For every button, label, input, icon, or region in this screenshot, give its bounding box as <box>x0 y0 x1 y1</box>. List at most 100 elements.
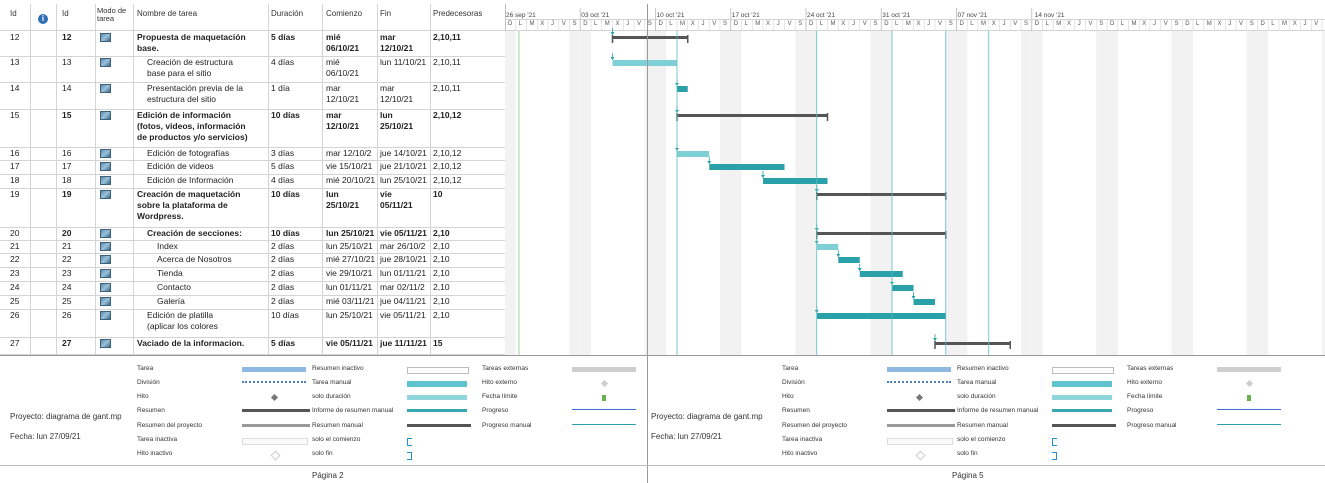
auto-schedule-icon <box>100 311 111 320</box>
weekend-shade <box>1246 31 1258 355</box>
legend-label: División <box>137 379 160 386</box>
timescale-day-label: M <box>1056 21 1062 27</box>
row-id: 16 <box>10 148 20 158</box>
row-task-name: Tienda <box>157 268 183 278</box>
timescale-day-label: D <box>1260 21 1265 27</box>
legend-swatch <box>407 438 412 446</box>
task-bar <box>677 86 688 92</box>
table-row[interactable] <box>0 109 505 147</box>
row-id-2: 25 <box>62 296 72 306</box>
timescale-day-label: V <box>1314 21 1319 27</box>
table-row[interactable] <box>0 227 505 240</box>
row-id-2: 20 <box>62 228 72 238</box>
table-row[interactable] <box>0 188 505 227</box>
row-duration: 5 días <box>271 32 296 42</box>
dependency-arrow <box>610 57 615 60</box>
weekend-shade <box>945 31 957 355</box>
legend-swatch <box>887 424 955 427</box>
row-predecessors: 2,10,12 <box>433 148 462 158</box>
legend-swatch <box>242 424 310 427</box>
legend-swatch <box>887 409 955 412</box>
legend-label: Hito externo <box>1127 379 1163 386</box>
table-row[interactable] <box>0 147 505 160</box>
table-row[interactable] <box>0 31 505 56</box>
legend-label: Resumen del proyecto <box>782 422 848 429</box>
row-predecessors: 2,10 <box>433 282 450 292</box>
row-id-2: 18 <box>62 175 72 185</box>
timescale-day-label: D <box>1110 21 1115 27</box>
dependency-arrow <box>857 268 862 271</box>
weekend-shade <box>505 31 516 355</box>
timescale-day-label: L <box>1120 21 1125 27</box>
legend-label: Tarea <box>137 365 154 372</box>
project-info-right: Proyecto: diagrama de gant.mp Fecha: lun… <box>651 402 763 452</box>
legend-swatch <box>407 367 469 374</box>
row-start: mié 06/10/21 <box>326 57 360 78</box>
timescale-week-label: 31 oct '21 <box>882 12 911 19</box>
row-start: mar 12/10/21 <box>326 83 360 104</box>
row-end: jue 28/10/21 <box>380 254 427 264</box>
row-predecessors: 2,10 <box>433 228 450 238</box>
task-bar <box>709 164 785 170</box>
row-start: lun 25/10/21 <box>326 189 360 210</box>
auto-schedule-icon <box>100 58 111 67</box>
row-duration: 1 día <box>271 83 290 93</box>
timescale-day-label: X <box>1142 21 1147 27</box>
legend-swatch <box>242 381 306 383</box>
table-row[interactable] <box>0 240 505 253</box>
legend-swatch <box>572 424 636 425</box>
legend-label: Hito externo <box>482 379 518 386</box>
dependency-arrow <box>610 32 615 35</box>
summary-bar <box>816 232 946 235</box>
page-label-left: Página 2 <box>312 471 344 480</box>
legend-label: Hito <box>137 393 149 400</box>
row-start: mié 03/11/21 <box>326 296 375 306</box>
row-end: jue 04/11/21 <box>380 296 427 306</box>
table-row[interactable] <box>0 267 505 281</box>
legend-swatch <box>915 393 924 402</box>
legend-swatch <box>887 381 951 383</box>
table-row[interactable] <box>0 281 505 295</box>
legend-swatch <box>1052 438 1057 446</box>
table-row[interactable] <box>0 56 505 82</box>
row-id: 23 <box>10 268 20 278</box>
timescale-day-label: M <box>529 21 535 27</box>
timescale-day-label: D <box>658 21 663 27</box>
row-predecessors: 2,10,12 <box>433 110 462 120</box>
row-id: 17 <box>10 161 20 171</box>
table-row[interactable] <box>0 82 505 109</box>
timescale-day-label: V <box>1013 21 1018 27</box>
row-task-name: Creación de estructura base para el siti… <box>147 57 233 78</box>
timescale-day-label: J <box>551 21 554 27</box>
row-predecessors: 15 <box>433 338 443 348</box>
col-header-id: Id <box>10 9 17 18</box>
table-row[interactable] <box>0 174 505 188</box>
table-row[interactable] <box>0 253 505 267</box>
table-row[interactable] <box>0 309 505 337</box>
auto-schedule-icon <box>100 339 111 348</box>
row-predecessors: 2,10 <box>433 241 450 251</box>
row-id-2: 22 <box>62 254 72 264</box>
timescale-day-label: L <box>1271 21 1275 27</box>
page-separator <box>647 4 648 483</box>
table-row[interactable] <box>0 160 505 174</box>
dependency-arrow <box>707 161 712 164</box>
row-id-2: 24 <box>62 282 72 292</box>
legend-label: solo duración <box>957 393 996 400</box>
row-task-name: Edición de información (fotos, videos, i… <box>137 110 248 142</box>
row-id: 21 <box>10 241 20 251</box>
auto-schedule-icon <box>100 190 111 199</box>
row-id: 27 <box>10 338 20 348</box>
table-row[interactable] <box>0 337 505 354</box>
project-info-left: Proyecto: diagrama de gant.mp Fecha: lun… <box>10 402 122 452</box>
row-id-2: 12 <box>62 32 72 42</box>
row-start: mar 12/10/2 <box>326 148 372 158</box>
auto-schedule-icon <box>100 84 111 93</box>
legend-label: Tarea inactiva <box>782 436 823 443</box>
timescale-day-label: L <box>594 21 598 27</box>
auto-schedule-icon <box>100 255 111 264</box>
timescale-day-label: M <box>755 21 761 27</box>
timescale-day-label: D <box>733 21 739 27</box>
table-row[interactable] <box>0 295 505 309</box>
row-task-name: Vaciado de la informacion. <box>137 338 245 348</box>
